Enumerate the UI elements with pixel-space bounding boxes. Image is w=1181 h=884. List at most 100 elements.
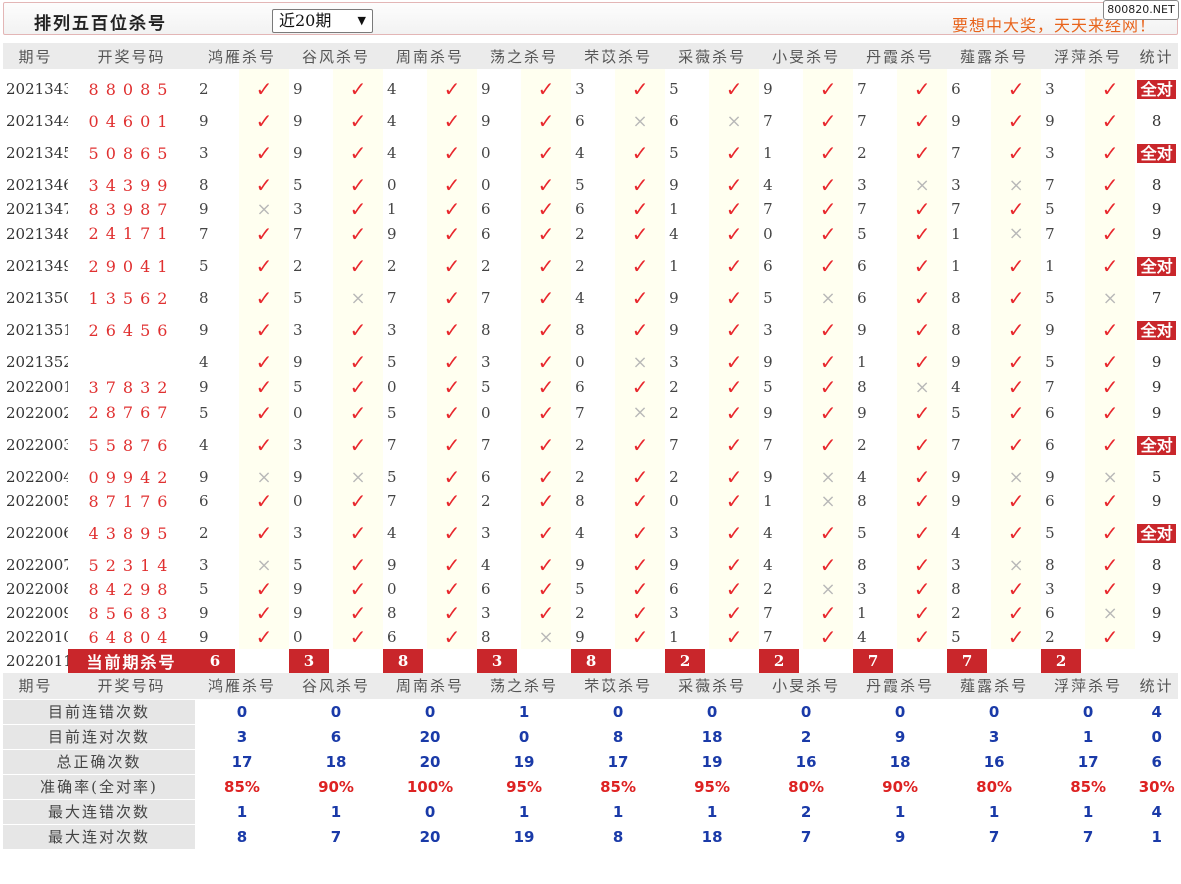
kill-number: 0	[481, 403, 491, 422]
check-icon: ✓	[897, 465, 948, 489]
summary-value: 17	[571, 748, 666, 774]
kill-number: 7	[575, 403, 585, 422]
check-icon: ✓	[1085, 350, 1136, 374]
check-icon: ✓	[991, 246, 1042, 286]
summary-value: 7	[947, 823, 1042, 849]
draw-numbers: 52314	[88, 555, 175, 575]
correct-count: 9	[1151, 200, 1162, 218]
check-icon: ✓	[803, 553, 854, 577]
summary-row: 最大连对次数 8 7 20 19 8 18 7 9 7 7 1	[3, 823, 1179, 849]
draw-numbers: 87176	[88, 491, 175, 511]
check-icon: ✓	[333, 350, 384, 374]
kill-number: 5	[199, 257, 209, 275]
row-stat: 全对	[1135, 133, 1178, 173]
kill-number: 9	[293, 468, 303, 486]
check-icon: ✓	[897, 489, 948, 513]
cross-icon: ×	[897, 374, 948, 400]
current-kill-number: 3	[477, 649, 571, 673]
check-icon: ✓	[897, 577, 948, 601]
check-icon: ✓	[521, 601, 572, 625]
kill-number: 9	[293, 144, 303, 162]
kill-number: 9	[481, 80, 491, 98]
header-stats: 统计	[1135, 43, 1179, 69]
kill-number: 4	[199, 353, 209, 371]
summary-label: 最大连错次数	[3, 798, 195, 824]
check-icon: ✓	[803, 350, 854, 374]
check-icon: ✓	[709, 625, 760, 649]
current-kill-number: 2	[665, 649, 759, 673]
kill-number: 5	[1045, 200, 1055, 218]
kill-number: 8	[951, 289, 961, 307]
cross-icon: ×	[991, 465, 1042, 489]
check-icon: ✓	[803, 310, 854, 350]
check-icon: ✓	[803, 513, 854, 553]
correct-count: 9	[1151, 403, 1162, 422]
summary-value: 20	[383, 723, 478, 749]
kill-number: 4	[763, 176, 773, 194]
kill-number: 9	[387, 556, 397, 574]
kill-number: 5	[669, 144, 679, 162]
check-icon: ✓	[615, 221, 666, 246]
kill-number: 5	[1045, 353, 1055, 371]
row-stat: 全对	[1135, 425, 1178, 465]
kill-number: 2	[575, 224, 585, 243]
site-badge[interactable]: 800820.NET	[1103, 0, 1179, 20]
kill-number: 9	[293, 80, 303, 98]
check-icon: ✓	[897, 197, 948, 221]
current-kill-badge: 2	[665, 649, 706, 673]
check-icon: ✓	[333, 109, 384, 133]
check-icon: ✓	[615, 69, 666, 109]
check-icon: ✓	[709, 425, 760, 465]
summary-value: 1	[1135, 823, 1179, 849]
kill-number: 7	[951, 144, 961, 162]
check-icon: ✓	[991, 513, 1042, 553]
kill-number: 7	[763, 436, 773, 454]
summary-value: 100%	[383, 773, 478, 799]
current-kill-number: 7	[947, 649, 1041, 673]
check-icon: ✓	[709, 400, 760, 425]
check-icon: ✓	[239, 513, 290, 553]
header-expert-1: 鸿雁杀号	[195, 43, 290, 69]
row-stat: 9	[1135, 577, 1178, 601]
header-numbers: 开奖号码	[68, 43, 195, 69]
check-icon: ✓	[991, 286, 1042, 310]
check-icon: ✓	[897, 69, 948, 109]
check-icon: ✓	[897, 221, 948, 246]
kill-number: 7	[387, 436, 397, 454]
kill-number: 8	[387, 604, 397, 622]
kill-number: 9	[387, 224, 397, 243]
kill-number: 3	[293, 436, 303, 454]
summary-value: 19	[477, 748, 572, 774]
kill-number: 3	[669, 524, 679, 542]
check-icon: ✓	[897, 601, 948, 625]
kill-number: 0	[669, 492, 679, 510]
issue-cell: 2021349	[6, 257, 68, 275]
table-row: 2021349 29041 5 ✓ 2 ✓ 2 ✓ 2 ✓ 2 ✓ 1 ✓ 6 ✓ 6 ✓ 1 ✓ 1 ✓ 全对	[3, 246, 1178, 286]
kill-number: 3	[293, 524, 303, 542]
kill-number: 6	[481, 468, 491, 486]
draw-numbers: 43895	[88, 523, 175, 543]
check-icon: ✓	[333, 69, 384, 109]
kill-number: 9	[669, 556, 679, 574]
check-icon: ✓	[803, 400, 854, 425]
all-correct-badge: 全对	[1137, 79, 1177, 99]
summary-value: 9	[853, 723, 948, 749]
period-select[interactable]: 近20期 ▼	[272, 9, 373, 33]
check-icon: ✓	[1085, 310, 1136, 350]
current-kill-badge: 2	[759, 649, 800, 673]
kill-number: 5	[387, 403, 397, 422]
summary-value: 0	[1041, 698, 1136, 724]
header-numbers: 开奖号码	[68, 673, 195, 699]
kill-number: 9	[575, 556, 585, 574]
check-icon: ✓	[1085, 400, 1136, 425]
table-row: 2021351 26456 9 ✓ 3 ✓ 3 ✓ 8 ✓ 8 ✓ 9 ✓ 3 ✓ 9 ✓ 8 ✓ 9 ✓ 全对	[3, 310, 1178, 350]
kill-number: 5	[199, 580, 209, 598]
check-icon: ✓	[1085, 69, 1136, 109]
row-stat: 8	[1135, 173, 1178, 197]
check-icon: ✓	[427, 625, 478, 649]
kill-number: 4	[763, 556, 773, 574]
draw-numbers: 28767	[88, 403, 175, 422]
correct-count: 9	[1151, 353, 1162, 371]
check-icon: ✓	[709, 286, 760, 310]
kill-number: 7	[763, 112, 773, 130]
